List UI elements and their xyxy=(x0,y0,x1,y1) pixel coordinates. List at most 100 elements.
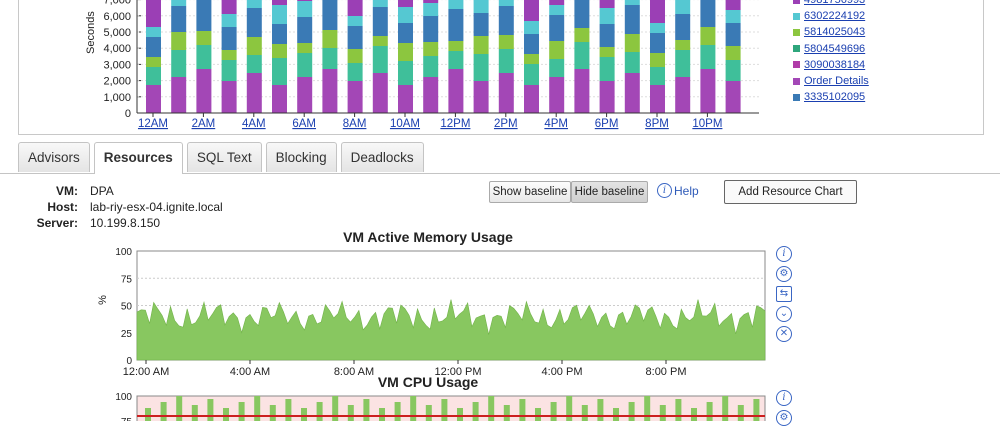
chart-info-icon[interactable]: i xyxy=(776,246,792,262)
bar-segment xyxy=(171,32,187,50)
bar-segment xyxy=(272,5,287,24)
bar-segment xyxy=(398,43,413,61)
host-label: Host: xyxy=(47,200,78,214)
legend-item[interactable]: 5814025043 xyxy=(793,24,869,40)
bar-segment xyxy=(272,44,287,58)
bar-segment xyxy=(650,53,665,67)
bar-segment xyxy=(524,34,539,54)
cpu-spike xyxy=(503,405,510,421)
legend-item[interactable]: 5804549696 xyxy=(793,41,869,57)
bar-segment xyxy=(473,13,489,36)
cpu-spike xyxy=(145,408,151,421)
bar-segment xyxy=(246,73,262,113)
tab-deadlocks[interactable]: Deadlocks xyxy=(340,142,424,172)
bar-segment xyxy=(398,7,413,23)
cpu-spike xyxy=(519,399,526,421)
bar-segment xyxy=(322,69,338,113)
bar-segment xyxy=(549,15,565,41)
legend-item[interactable]: 4981756993 xyxy=(793,0,869,8)
bar-segment xyxy=(624,0,640,5)
bar-segment xyxy=(498,35,514,49)
cpu-chart-settings-icon[interactable]: ⚙ xyxy=(776,410,792,426)
show-baseline-button[interactable]: Show baseline xyxy=(489,181,571,203)
bar-segment xyxy=(297,43,313,53)
bar-segment xyxy=(498,73,514,113)
legend-item[interactable]: Order Details xyxy=(793,73,869,89)
tab-sql-text[interactable]: SQL Text xyxy=(186,142,262,172)
bar-segment xyxy=(146,27,161,37)
bar-segment xyxy=(549,0,565,5)
bar-segment xyxy=(423,0,439,3)
host-value: lab-riy-esx-04.ignite.local xyxy=(90,200,223,214)
cpu-chart-info-icon[interactable]: i xyxy=(776,390,792,406)
bar-segment xyxy=(650,33,665,53)
bar-segment xyxy=(624,34,640,52)
help-link[interactable]: i Help xyxy=(657,183,699,198)
bar-segment xyxy=(196,69,212,113)
bar-segment xyxy=(599,81,615,113)
tab-bar: Advisors Resources SQL Text Blocking Dea… xyxy=(18,142,428,174)
bar-segment xyxy=(624,73,640,113)
y-tick-label: 25 xyxy=(121,329,133,340)
chart-close-icon[interactable]: ✕ xyxy=(776,326,792,342)
bar-segment xyxy=(473,36,489,54)
y-tick-label: 2,000 xyxy=(103,76,131,88)
bar-segment xyxy=(347,63,363,81)
chart-collapse-icon[interactable]: ⌄ xyxy=(776,306,792,322)
bar-segment xyxy=(146,67,161,85)
legend-item[interactable]: 3090038184 xyxy=(793,57,869,73)
bar-segment xyxy=(574,42,590,69)
bar-segment xyxy=(599,57,615,81)
legend-item[interactable]: 3335102095 xyxy=(793,89,869,105)
bar-segment xyxy=(549,5,565,15)
x-tick-label: 2PM xyxy=(494,118,518,130)
vm-label: VM: xyxy=(56,184,78,198)
cpu-spike xyxy=(581,405,588,421)
wait-time-chart-panel: Seconds 0 1,000 2,000 3,000 4,000 5,000 6,000 7… xyxy=(18,0,984,135)
bar-segment xyxy=(574,69,590,113)
bar-segment xyxy=(574,0,590,28)
cpu-spike xyxy=(535,408,541,421)
tab-resources[interactable]: Resources xyxy=(93,142,183,174)
bar-segment xyxy=(650,23,665,33)
legend-item[interactable]: 6302224192 xyxy=(793,8,869,24)
cpu-spike xyxy=(706,402,713,421)
cpu-spike xyxy=(628,402,635,421)
cpu-plot-area xyxy=(136,395,766,421)
tab-blocking[interactable]: Blocking xyxy=(265,142,337,172)
cpu-spike xyxy=(316,402,323,421)
tab-advisors[interactable]: Advisors xyxy=(18,142,90,172)
cpu-spike xyxy=(379,408,385,421)
bar-segment xyxy=(297,1,313,17)
hide-baseline-button[interactable]: Hide baseline xyxy=(571,181,648,203)
cpu-spike xyxy=(488,396,495,421)
bar-segment xyxy=(221,81,237,113)
cpu-spike xyxy=(269,405,276,421)
x-tick-label: 8PM xyxy=(645,118,669,130)
bar-segment xyxy=(297,53,313,77)
chart-swap-icon[interactable]: ⇆ xyxy=(776,286,792,302)
bar-segment xyxy=(675,40,691,50)
bar-segment xyxy=(624,5,640,34)
legend-label: 3335102095 xyxy=(804,91,866,104)
bar-segment xyxy=(549,41,565,59)
cpu-spike xyxy=(394,402,401,421)
add-resource-chart-button[interactable]: Add Resource Chart xyxy=(724,180,857,204)
cpu-spike xyxy=(566,396,573,421)
bar-segment xyxy=(347,0,363,16)
y-tick-label: 3,000 xyxy=(103,59,131,71)
cpu-spike xyxy=(191,405,198,421)
bar-segment xyxy=(498,0,514,6)
vm-value: DPA xyxy=(90,184,114,198)
cpu-spike xyxy=(347,405,354,421)
chart-settings-icon[interactable]: ⚙ xyxy=(776,266,792,282)
bar-segment xyxy=(725,10,741,23)
bar-segment xyxy=(196,31,212,45)
bar-segment xyxy=(246,37,262,55)
bar-segment xyxy=(246,55,262,73)
help-label: Help xyxy=(674,183,699,198)
y-tick-label: 5,000 xyxy=(103,27,131,39)
y-tick-label: 100 xyxy=(115,392,132,403)
bar-segment xyxy=(372,46,388,73)
bar-segment xyxy=(272,24,287,44)
